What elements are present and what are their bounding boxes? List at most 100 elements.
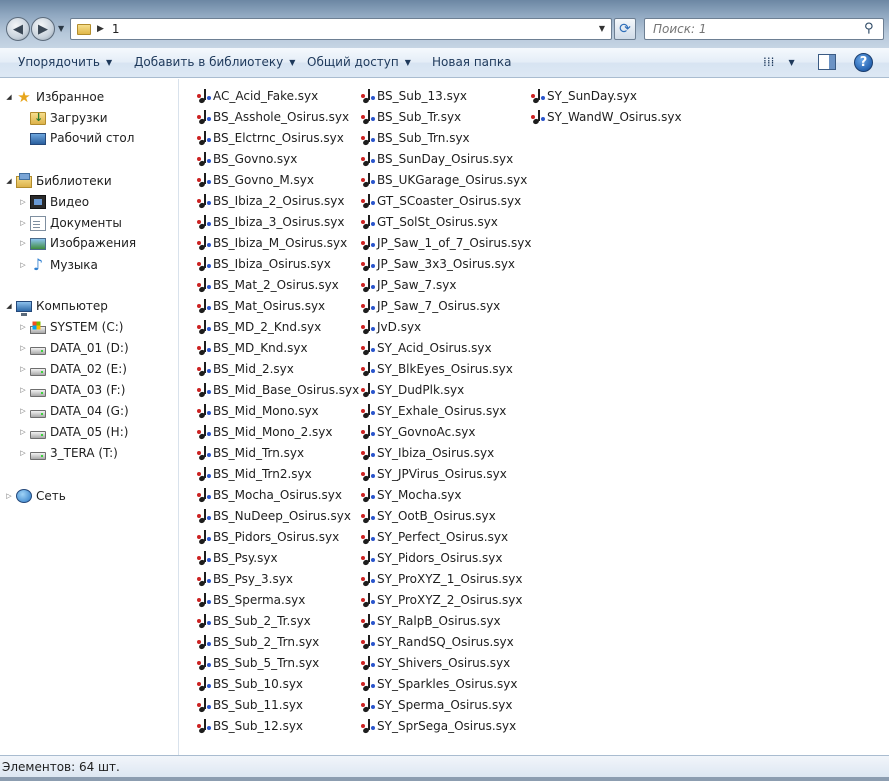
collapse-arrow-icon[interactable]: ▷ (18, 365, 28, 373)
nav-libraries[interactable]: ◢ Библиотеки (4, 173, 112, 188)
file-item[interactable]: BS_NuDeep_Osirus.syx (196, 507, 351, 525)
file-item[interactable]: SY_Sparkles_Osirus.syx (360, 675, 517, 693)
file-item[interactable]: BS_Ibiza_2_Osirus.syx (196, 192, 345, 210)
file-item[interactable]: SY_Sperma_Osirus.syx (360, 696, 512, 714)
nav-video[interactable]: ▷ Видео (18, 194, 89, 209)
file-item[interactable]: SY_JPVirus_Osirus.syx (360, 465, 507, 483)
file-item[interactable]: SY_WandW_Osirus.syx (530, 108, 682, 126)
recent-pages-dropdown[interactable]: ▼ (58, 24, 68, 34)
add-to-library-button[interactable]: Добавить в библиотеку ▼ (134, 55, 295, 69)
share-button[interactable]: Общий доступ ▼ (307, 55, 411, 69)
collapse-arrow-icon[interactable]: ▷ (18, 428, 28, 436)
file-item[interactable]: SY_SunDay.syx (530, 87, 637, 105)
forward-button[interactable]: ▶ (31, 17, 55, 41)
file-item[interactable]: BS_Psy.syx (196, 549, 278, 567)
file-item[interactable]: SY_RalpB_Osirus.syx (360, 612, 501, 630)
file-item[interactable]: BS_SunDay_Osirus.syx (360, 150, 513, 168)
file-item[interactable]: SY_Ibiza_Osirus.syx (360, 444, 494, 462)
nav-drive-g[interactable]: ▷ DATA_04 (G:) (18, 404, 128, 418)
file-item[interactable]: BS_Mat_Osirus.syx (196, 297, 325, 315)
file-item[interactable]: JvD.syx (360, 318, 421, 336)
file-item[interactable]: SY_Exhale_Osirus.syx (360, 402, 506, 420)
file-item[interactable]: JP_Saw_3x3_Osirus.syx (360, 255, 515, 273)
collapse-arrow-icon[interactable]: ▷ (18, 344, 28, 352)
search-icon[interactable]: ⚲ (864, 21, 880, 37)
file-item[interactable]: AC_Acid_Fake.syx (196, 87, 318, 105)
file-item[interactable]: SY_ProXYZ_2_Osirus.syx (360, 591, 522, 609)
file-item[interactable]: BS_Sub_2_Trn.syx (196, 633, 319, 651)
breadcrumb-current-folder[interactable]: 1 (112, 22, 120, 36)
file-item[interactable]: SY_ProXYZ_1_Osirus.syx (360, 570, 522, 588)
nav-computer[interactable]: ◢ Компьютер (4, 299, 108, 316)
file-item[interactable]: SY_SprSega_Osirus.syx (360, 717, 516, 735)
expand-arrow-icon[interactable]: ◢ (4, 93, 14, 101)
file-item[interactable]: BS_Sub_13.syx (360, 87, 467, 105)
file-item[interactable]: BS_Sperma.syx (196, 591, 305, 609)
file-item[interactable]: BS_Govno.syx (196, 150, 297, 168)
file-item[interactable]: JP_Saw_7_Osirus.syx (360, 297, 500, 315)
file-item[interactable]: SY_Mocha.syx (360, 486, 461, 504)
file-item[interactable]: JP_Saw_1_of_7_Osirus.syx (360, 234, 532, 252)
nav-images[interactable]: ▷ Изображения (18, 236, 136, 250)
file-item[interactable]: JP_Saw_7.syx (360, 276, 456, 294)
file-item[interactable]: BS_Sub_10.syx (196, 675, 303, 693)
collapse-arrow-icon[interactable]: ▷ (18, 219, 28, 227)
change-view-button[interactable]: ⁞⁞⁞ ▼ (763, 55, 803, 71)
file-item[interactable]: BS_Asshole_Osirus.syx (196, 108, 349, 126)
collapse-arrow-icon[interactable]: ▷ (18, 407, 28, 415)
nav-drive-t[interactable]: ▷ 3_TERA (T:) (18, 446, 118, 460)
file-item[interactable]: SY_Pidors_Osirus.syx (360, 549, 503, 567)
file-item[interactable]: SY_Acid_Osirus.syx (360, 339, 492, 357)
file-item[interactable]: BS_Ibiza_Osirus.syx (196, 255, 331, 273)
file-item[interactable]: GT_SCoaster_Osirus.syx (360, 192, 521, 210)
file-item[interactable]: BS_MD_2_Knd.syx (196, 318, 321, 336)
file-item[interactable]: BS_Sub_11.syx (196, 696, 303, 714)
file-item[interactable]: BS_Sub_12.syx (196, 717, 303, 735)
collapse-arrow-icon[interactable]: ▷ (18, 239, 28, 247)
file-item[interactable]: BS_Mid_Trn.syx (196, 444, 304, 462)
nav-network[interactable]: ▷ Сеть (4, 488, 66, 503)
nav-desktop[interactable]: Рабочий стол (28, 131, 134, 145)
file-item[interactable]: BS_Pidors_Osirus.syx (196, 528, 339, 546)
collapse-arrow-icon[interactable]: ▷ (18, 261, 28, 269)
file-item[interactable]: BS_Sub_5_Trn.syx (196, 654, 319, 672)
nav-music[interactable]: ▷ ♪ Музыка (18, 257, 98, 273)
nav-documents[interactable]: ▷ Документы (18, 215, 122, 231)
nav-drive-e[interactable]: ▷ DATA_02 (E:) (18, 362, 127, 376)
nav-drive-c[interactable]: ▷ SYSTEM (C:) (18, 320, 123, 334)
nav-drive-d[interactable]: ▷ DATA_01 (D:) (18, 341, 128, 355)
file-item[interactable]: SY_RandSQ_Osirus.syx (360, 633, 514, 651)
collapse-arrow-icon[interactable]: ▷ (18, 386, 28, 394)
breadcrumb-separator-icon[interactable]: ▶ (97, 24, 104, 34)
file-item[interactable]: GT_SolSt_Osirus.syx (360, 213, 498, 231)
file-item[interactable]: BS_Sub_Trn.syx (360, 129, 470, 147)
address-bar[interactable]: ▶ 1 ▼ (70, 18, 612, 40)
address-dropdown-icon[interactable]: ▼ (599, 24, 605, 33)
preview-pane-button[interactable] (818, 54, 836, 70)
file-item[interactable]: BS_Elctrnc_Osirus.syx (196, 129, 344, 147)
file-item[interactable]: BS_Mid_Trn2.syx (196, 465, 312, 483)
file-item[interactable]: BS_Govno_M.syx (196, 171, 314, 189)
collapse-arrow-icon[interactable]: ▷ (18, 449, 28, 457)
nav-downloads[interactable]: Загрузки (28, 110, 108, 125)
expand-arrow-icon[interactable]: ◢ (4, 302, 14, 310)
nav-favorites[interactable]: ◢ ★ Избранное (4, 89, 104, 105)
file-item[interactable]: BS_Mid_Base_Osirus.syx (196, 381, 359, 399)
expand-arrow-icon[interactable]: ◢ (4, 177, 14, 185)
back-button[interactable]: ◀ (6, 17, 30, 41)
refresh-button[interactable]: ⟳ (614, 18, 636, 40)
file-item[interactable]: BS_UKGarage_Osirus.syx (360, 171, 527, 189)
help-button[interactable]: ? (854, 53, 873, 72)
file-item[interactable]: BS_Mid_Mono.syx (196, 402, 319, 420)
nav-drive-f[interactable]: ▷ DATA_03 (F:) (18, 383, 125, 397)
new-folder-button[interactable]: Новая папка (432, 55, 511, 69)
file-item[interactable]: BS_Mocha_Osirus.syx (196, 486, 342, 504)
file-item[interactable]: BS_Mat_2_Osirus.syx (196, 276, 339, 294)
file-item[interactable]: BS_Sub_2_Tr.syx (196, 612, 311, 630)
file-item[interactable]: SY_Shivers_Osirus.syx (360, 654, 510, 672)
search-input[interactable] (644, 18, 884, 40)
file-item[interactable]: SY_OotB_Osirus.syx (360, 507, 496, 525)
file-item[interactable]: BS_MD_Knd.syx (196, 339, 308, 357)
collapse-arrow-icon[interactable]: ▷ (18, 198, 28, 206)
collapse-arrow-icon[interactable]: ▷ (18, 323, 28, 331)
